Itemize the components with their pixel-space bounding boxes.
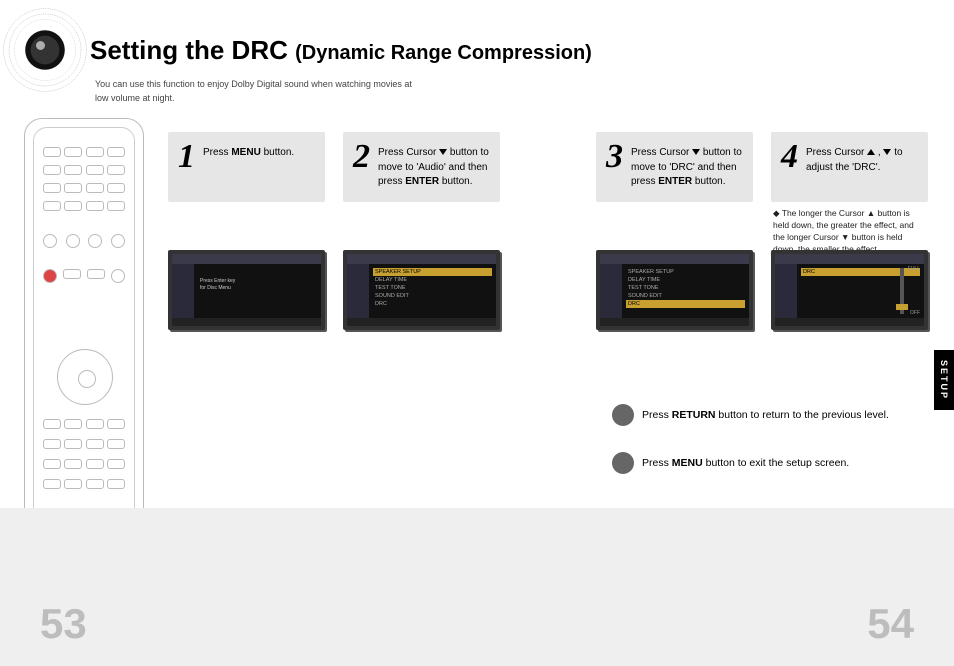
step-4-number: 4 [781,142,798,173]
screenshot-3-list: SPEAKER SETUP DELAY TIME TEST TONE SOUND… [626,268,745,308]
step-3-text: Press Cursor button to move to 'DRC' and… [631,142,743,190]
remote-illustration [24,118,144,538]
screenshot-4: DRC FULL OFF [771,250,928,330]
step-1-text: Press MENU button. [203,142,294,161]
screenshot-2: SPEAKER SETUP DELAY TIME TEST TONE SOUND… [343,250,500,330]
screenshot-4-slider: FULL OFF [888,266,918,316]
step-1-number: 1 [178,142,195,173]
page-footer-band [0,508,954,666]
page-heading: Setting the DRC (Dynamic Range Compressi… [90,35,592,66]
menu-button-icon [612,452,634,474]
up-arrow-icon [867,149,875,155]
step-4-text: Press Cursor , to adjust the 'DRC'. [806,142,918,175]
heading-main: Setting the DRC [90,35,295,65]
down-arrow-icon [692,149,700,155]
return-button-icon [612,404,634,426]
screenshot-1: Press Enter key for Disc Menu [168,250,325,330]
step-1: 1 Press MENU button. [168,132,325,256]
screenshot-1-text: Press Enter key for Disc Menu [200,278,235,292]
speaker-swirl-graphic [0,5,90,95]
return-instruction: Press RETURN button to return to the pre… [612,404,889,426]
screenshot-2-list: SPEAKER SETUP DELAY TIME TEST TONE SOUND… [373,268,492,308]
steps-row: 1 Press MENU button. 2 Press Cursor butt… [168,132,928,256]
heading-sub: (Dynamic Range Compression) [295,42,592,64]
step-2: 2 Press Cursor button to move to 'Audio'… [343,132,500,256]
menu-instruction: Press MENU button to exit the setup scre… [612,452,849,474]
page-number-right: 54 [867,600,914,648]
intro-text: You can use this function to enjoy Dolby… [95,78,425,105]
step-4-note: ◆ The longer the Cursor ▲ button is held… [771,202,928,256]
step-3: 3 Press Cursor button to move to 'DRC' a… [596,132,753,256]
step-3-number: 3 [606,142,623,173]
screenshots-row: Press Enter key for Disc Menu SPEAKER SE… [168,250,928,330]
step-4: 4 Press Cursor , to adjust the 'DRC'. ◆ … [771,132,928,256]
step-2-number: 2 [353,142,370,173]
screenshot-3: SPEAKER SETUP DELAY TIME TEST TONE SOUND… [596,250,753,330]
step-2-text: Press Cursor button to move to 'Audio' a… [378,142,490,190]
down-arrow-icon [439,149,447,155]
page-number-left: 53 [40,600,87,648]
section-tab-setup: SETUP [934,350,954,410]
